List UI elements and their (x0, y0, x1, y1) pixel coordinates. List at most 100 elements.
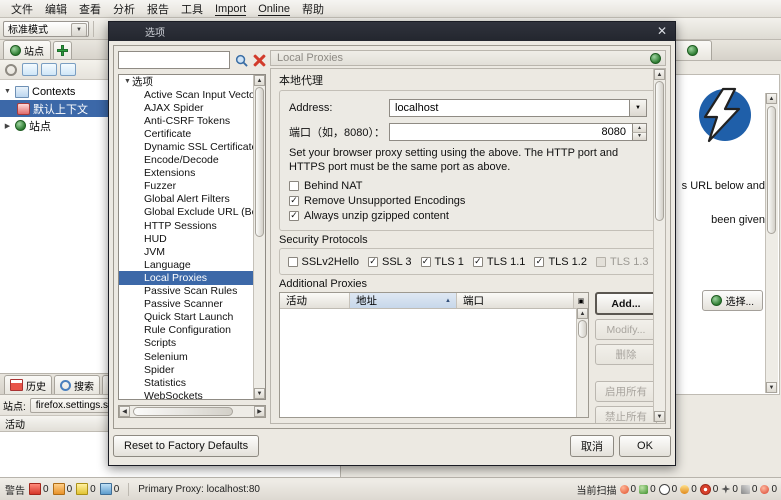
search-input[interactable] (118, 51, 230, 69)
menu-item-edit[interactable]: 编辑 (39, 0, 73, 18)
options-tree-item[interactable]: Extensions (119, 167, 265, 180)
alert-medium[interactable]: 0 (52, 483, 72, 495)
clear-search-icon[interactable] (253, 54, 266, 67)
target-icon[interactable] (3, 62, 19, 77)
options-tree-item[interactable]: HTTP Sessions (119, 219, 265, 232)
table-column-chooser-icon[interactable]: ▣ (574, 293, 588, 308)
checkbox-always-unzip[interactable]: Always unzip gzipped content (289, 208, 647, 223)
options-tree-scrollbar[interactable]: ▲ ▼ (253, 75, 265, 399)
options-tree-item[interactable]: WebSockets (119, 389, 265, 399)
options-tree-item[interactable]: Encode/Decode (119, 154, 265, 167)
menu-item-help[interactable]: 帮助 (296, 0, 330, 18)
scroll-up-button[interactable]: ▲ (577, 308, 588, 319)
options-tree-item[interactable]: Dynamic SSL Certificates (119, 140, 265, 153)
scroll-right-button[interactable]: ▶ (254, 406, 265, 417)
table-scrollbar[interactable]: ▲ (576, 308, 588, 417)
scroll-thumb[interactable] (255, 87, 264, 237)
add-proxy-button[interactable]: Add... (595, 292, 657, 315)
export-context-icon[interactable] (60, 62, 76, 77)
add-tab-button[interactable] (53, 41, 72, 59)
dialog-title-bar[interactable]: 选项 ✕ (109, 22, 675, 41)
checkbox-icon[interactable] (287, 256, 298, 267)
options-tree-item[interactable]: Passive Scanner (119, 298, 265, 311)
reset-defaults-button[interactable]: Reset to Factory Defaults (113, 435, 260, 457)
scroll-down-button[interactable]: ▼ (254, 388, 265, 399)
menu-item-view[interactable]: 查看 (73, 0, 107, 18)
menu-item-tools[interactable]: 工具 (175, 0, 209, 18)
scroll-up-button[interactable]: ▲ (654, 69, 665, 80)
tree-node-contexts[interactable]: ▼ Contexts (0, 83, 112, 100)
stepper-down-icon[interactable]: ▼ (632, 131, 646, 140)
alert-high[interactable]: 0 (29, 483, 49, 495)
alert-info[interactable]: 0 (99, 483, 119, 495)
checkbox-tls1[interactable]: TLS 1 (420, 254, 464, 269)
options-tree-item[interactable]: Global Exclude URL (Beta) (119, 206, 265, 219)
scroll-down-button[interactable]: ▼ (766, 382, 777, 393)
options-tree-root[interactable]: ▼ 选项 (119, 75, 265, 88)
checkbox-icon[interactable] (367, 256, 378, 267)
scan-spider[interactable]: 0 (619, 484, 636, 495)
scroll-thumb[interactable] (767, 106, 776, 234)
select-button[interactable]: 选择... (701, 290, 763, 311)
cancel-button[interactable]: 取消 (570, 435, 614, 457)
checkbox-ssl3[interactable]: SSL 3 (367, 254, 412, 269)
column-header-port[interactable]: 端口 (457, 293, 574, 308)
checkbox-icon[interactable] (289, 180, 299, 191)
menu-item-analyse[interactable]: 分析 (107, 0, 141, 18)
menu-item-online[interactable]: Online (252, 2, 296, 16)
additional-proxies-table[interactable]: 活动 地址 ▲ 端口 ▣ ▲ (279, 292, 589, 418)
expander-icon[interactable]: ▼ (3, 88, 12, 95)
options-tree-item[interactable]: JVM (119, 245, 265, 258)
scan-passive[interactable]: 0 (658, 483, 677, 495)
options-tree-item[interactable]: Fuzzer (119, 180, 265, 193)
options-tree-item[interactable]: Anti-CSRF Tokens (119, 114, 265, 127)
tree-node-sites[interactable]: ▶ 站点 (0, 117, 112, 134)
options-tree-item[interactable]: Statistics (119, 376, 265, 389)
options-tree-item[interactable]: HUD (119, 232, 265, 245)
scroll-up-button[interactable]: ▲ (766, 93, 777, 104)
menu-item-report[interactable]: 报告 (141, 0, 175, 18)
expander-icon[interactable]: ▼ (123, 78, 132, 85)
options-tree-item[interactable]: Passive Scan Rules (119, 285, 265, 298)
detail-pane-scrollbar[interactable]: ▲ ▼ (653, 69, 665, 422)
scan-other[interactable]: 0 (760, 484, 777, 495)
options-tree-item[interactable]: Certificate (119, 127, 265, 140)
scroll-thumb[interactable] (578, 320, 587, 338)
options-tree-item[interactable]: Language (119, 258, 265, 271)
options-tree-item[interactable]: AJAX Spider (119, 101, 265, 114)
scroll-thumb[interactable] (655, 81, 664, 221)
menu-item-file[interactable]: 文件 (5, 0, 39, 18)
scan-active[interactable]: 0 (699, 483, 718, 495)
checkbox-icon[interactable] (289, 195, 299, 206)
options-tree-item[interactable]: Local Proxies (119, 271, 265, 285)
checkbox-icon[interactable] (472, 256, 483, 267)
scan-websocket[interactable]: 0 (740, 484, 757, 495)
tree-node-default-context[interactable]: 默认上下文 (0, 100, 112, 117)
port-stepper[interactable]: 8080 ▲ ▼ (389, 123, 647, 141)
column-header-address[interactable]: 地址 ▲ (350, 293, 457, 308)
checkbox-sslv2hello[interactable]: SSLv2Hello (287, 254, 359, 269)
scan-forced-browse[interactable]: 0 (721, 484, 738, 495)
checkbox-icon[interactable] (420, 256, 431, 267)
scroll-thumb-h[interactable] (133, 407, 233, 416)
tab-history[interactable]: 历史 (4, 375, 52, 394)
import-context-icon[interactable] (41, 62, 57, 77)
ok-button[interactable]: OK (619, 435, 671, 457)
options-tree-item[interactable]: Quick Start Launch (119, 311, 265, 324)
chevron-down-icon[interactable]: ▼ (629, 100, 646, 116)
options-tree-item[interactable]: Selenium (119, 350, 265, 363)
options-tree-hscrollbar[interactable]: ◀ ▶ (118, 405, 266, 418)
menu-item-import[interactable]: Import (209, 2, 252, 16)
workspace-scrollbar[interactable]: ▲ ▼ (765, 93, 778, 393)
scan-ajax[interactable]: 0 (639, 484, 656, 495)
options-tree-item[interactable]: Active Scan Input Vector (119, 88, 265, 101)
options-tree[interactable]: ▼ 选项 Active Scan Input Vector AJAX Spider An… (118, 74, 266, 400)
port-stepper-buttons[interactable]: ▲ ▼ (632, 124, 646, 140)
checkbox-tls12[interactable]: TLS 1.2 (534, 254, 587, 269)
options-tree-item[interactable]: Rule Configuration (119, 324, 265, 337)
column-header-active[interactable]: 活动 (280, 293, 350, 308)
tab-sites[interactable]: 站点 (3, 40, 51, 59)
checkbox-behind-nat[interactable]: Behind NAT (289, 178, 647, 193)
tab-search[interactable]: 搜索 (54, 375, 100, 394)
address-select[interactable]: localhost ▼ (389, 99, 647, 117)
